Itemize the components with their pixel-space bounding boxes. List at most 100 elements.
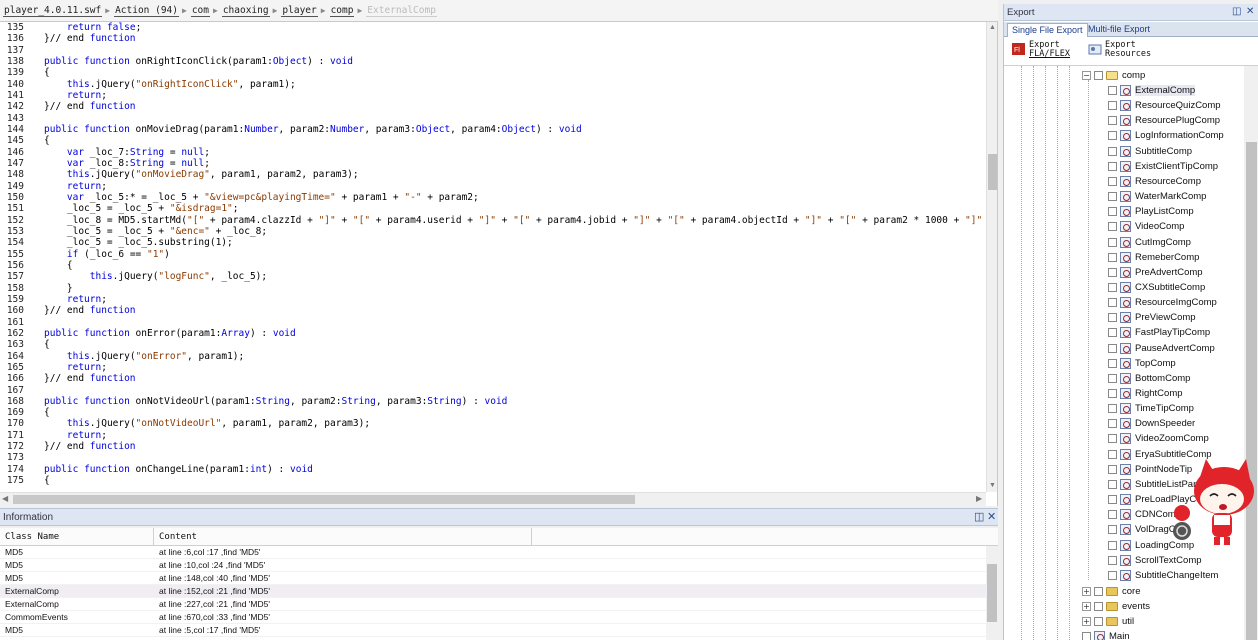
code-line[interactable]: 174 public function onChangeLine(param1:i… [0, 464, 986, 475]
scroll-up-icon[interactable]: ▲ [989, 24, 996, 31]
code-line[interactable]: 145{ [0, 135, 986, 146]
tab-multi-file-export[interactable]: Multi-file Export [1084, 23, 1154, 37]
code-text[interactable]: }// end function [26, 373, 136, 384]
scroll-right-icon[interactable]: ▶ [976, 494, 982, 503]
code-line[interactable]: 143 [0, 113, 986, 124]
code-text[interactable]: _loc_5 = _loc_5 + "&enc=" + _loc_8; [26, 226, 267, 237]
code-text[interactable] [26, 317, 44, 328]
tree-class-item[interactable]: ResourceQuizComp [1108, 98, 1221, 113]
table-row[interactable]: CommomEvents at line :670,col :33 ,find '… [0, 611, 998, 624]
code-line[interactable]: 166}// end function [0, 373, 986, 384]
code-text[interactable]: return; [26, 90, 107, 101]
code-line[interactable]: 149 return; [0, 181, 986, 192]
code-line[interactable]: 154 _loc_5 = _loc_5.substring(1); [0, 237, 986, 248]
code-line[interactable]: 139{ [0, 67, 986, 78]
code-text[interactable]: return; [26, 181, 107, 192]
code-text[interactable]: return; [26, 362, 107, 373]
code-line[interactable]: 141 return; [0, 90, 986, 101]
breadcrumb-item[interactable]: comp [329, 5, 355, 17]
code-line[interactable]: 152 _loc_8 = MD5.startMd("[" + param4.cl… [0, 215, 986, 226]
close-icon[interactable]: ✕ [1246, 6, 1254, 17]
checkbox[interactable] [1108, 298, 1117, 308]
code-line[interactable]: 165 return; [0, 362, 986, 373]
tree-class-item[interactable]: CutImgComp [1108, 235, 1191, 250]
tree-class-item[interactable]: VideoZoomComp [1108, 431, 1209, 446]
collapse-icon[interactable]: − [1082, 71, 1091, 80]
code-text[interactable] [26, 45, 44, 56]
tree-folder-events[interactable]: + events [1082, 599, 1150, 614]
checkbox[interactable] [1108, 192, 1117, 202]
code-text[interactable]: this.jQuery("onError", param1); [26, 351, 244, 362]
code-line[interactable]: 162 public function onError(param1:Array)… [0, 328, 986, 339]
export-fla-flex-button[interactable]: Fl Export FLA/FLEX [1012, 41, 1070, 59]
checkbox[interactable] [1108, 282, 1117, 292]
tree-class-item[interactable]: ExistClientTipComp [1108, 159, 1218, 174]
code-text[interactable] [26, 113, 44, 124]
code-text[interactable]: var _loc_8:String = null; [26, 158, 210, 169]
code-text[interactable]: public function onRightIconClick(param1:… [26, 56, 353, 67]
checkbox[interactable] [1108, 131, 1117, 141]
tree-class-item[interactable]: TimeTipComp [1108, 401, 1194, 416]
tree-class-item[interactable]: BottomComp [1108, 371, 1190, 386]
code-view[interactable]: 135 return false; 136}// end function 137 1… [0, 22, 986, 492]
pin-icon[interactable]: ◫ [1232, 6, 1241, 17]
checkbox[interactable] [1082, 632, 1091, 640]
code-text[interactable]: this.jQuery("onMovieDrag", param1, param… [26, 169, 359, 180]
tree-class-item[interactable]: ResourceImgComp [1108, 295, 1217, 310]
checkbox[interactable] [1108, 479, 1117, 489]
expand-icon[interactable]: + [1082, 617, 1091, 627]
tree-class-item[interactable]: ExternalComp [1108, 83, 1196, 98]
code-text[interactable]: return; [26, 430, 107, 441]
code-line[interactable]: 175{ [0, 475, 986, 486]
code-text[interactable]: _loc_5 = _loc_5.substring(1); [26, 237, 233, 248]
code-line[interactable]: 171 return; [0, 430, 986, 441]
code-text[interactable]: { [26, 67, 50, 78]
code-line[interactable]: 135 return false; [0, 22, 986, 33]
checkbox[interactable] [1108, 525, 1117, 535]
code-line[interactable]: 156 { [0, 260, 986, 271]
tree-class-item[interactable]: RemeberComp [1108, 250, 1199, 265]
code-line[interactable]: 144 public function onMovieDrag(param1:Nu… [0, 124, 986, 135]
code-line[interactable]: 158 } [0, 283, 986, 294]
code-line[interactable]: 172}// end function [0, 441, 986, 452]
tree-class-item[interactable]: VideoComp [1108, 219, 1184, 234]
checkbox[interactable] [1108, 464, 1117, 474]
checkbox[interactable] [1108, 237, 1117, 247]
checkbox[interactable] [1094, 602, 1103, 612]
editor-vertical-scrollbar[interactable]: ▲ ▼ [986, 22, 997, 492]
code-line[interactable]: 168 public function onNotVideoUrl(param1:… [0, 396, 986, 407]
checkbox[interactable] [1108, 176, 1117, 186]
export-resources-button[interactable]: Export Resources [1088, 41, 1151, 59]
checkbox[interactable] [1108, 404, 1117, 414]
code-text[interactable]: var _loc_5:* = _loc_5 + "&view=pc&playin… [26, 192, 479, 203]
code-line[interactable]: 153 _loc_5 = _loc_5 + "&enc=" + _loc_8; [0, 226, 986, 237]
code-line[interactable]: 136}// end function [0, 33, 986, 44]
code-text[interactable]: this.jQuery("onRightIconClick", param1); [26, 79, 296, 90]
breadcrumb-item[interactable]: player_4.0.11.swf [3, 5, 103, 17]
column-header-class-name[interactable]: Class Name [0, 528, 154, 545]
checkbox[interactable] [1094, 617, 1103, 627]
code-text[interactable]: }// end function [26, 441, 136, 452]
code-line[interactable]: 164 this.jQuery("onError", param1); [0, 351, 986, 362]
tree-class-item[interactable]: PauseAdvertComp [1108, 341, 1215, 356]
code-text[interactable]: if (_loc_6 == "1") [26, 249, 170, 260]
tree-class-item[interactable]: SubtitleChangeItem [1108, 568, 1218, 583]
table-row[interactable]: ExternalComp at line :227,col :21 ,find '… [0, 598, 998, 611]
tree-class-item[interactable]: ResourcePlugComp [1108, 113, 1220, 128]
code-text[interactable]: public function onError(param1:Array) : … [26, 328, 296, 339]
checkbox[interactable] [1108, 116, 1117, 126]
code-text[interactable]: public function onChangeLine(param1:int)… [26, 464, 313, 475]
tree-class-item[interactable]: SubtitleComp [1108, 144, 1192, 159]
tree-folder-comp[interactable]: − comp [1082, 68, 1145, 83]
tree-folder-core[interactable]: + core [1082, 584, 1140, 599]
code-text[interactable]: { [26, 260, 73, 271]
breadcrumb-item[interactable]: player [281, 5, 318, 17]
code-text[interactable]: this.jQuery("onNotVideoUrl", param1, par… [26, 418, 370, 429]
scroll-thumb[interactable] [13, 495, 635, 504]
code-line[interactable]: 161 [0, 317, 986, 328]
checkbox[interactable] [1108, 252, 1117, 262]
scroll-thumb[interactable] [1246, 142, 1257, 640]
tree-class-main[interactable]: Main [1070, 629, 1130, 640]
checkbox[interactable] [1108, 495, 1117, 505]
code-line[interactable]: 151 _loc_5 = _loc_5 + "&isdrag=1"; [0, 203, 986, 214]
